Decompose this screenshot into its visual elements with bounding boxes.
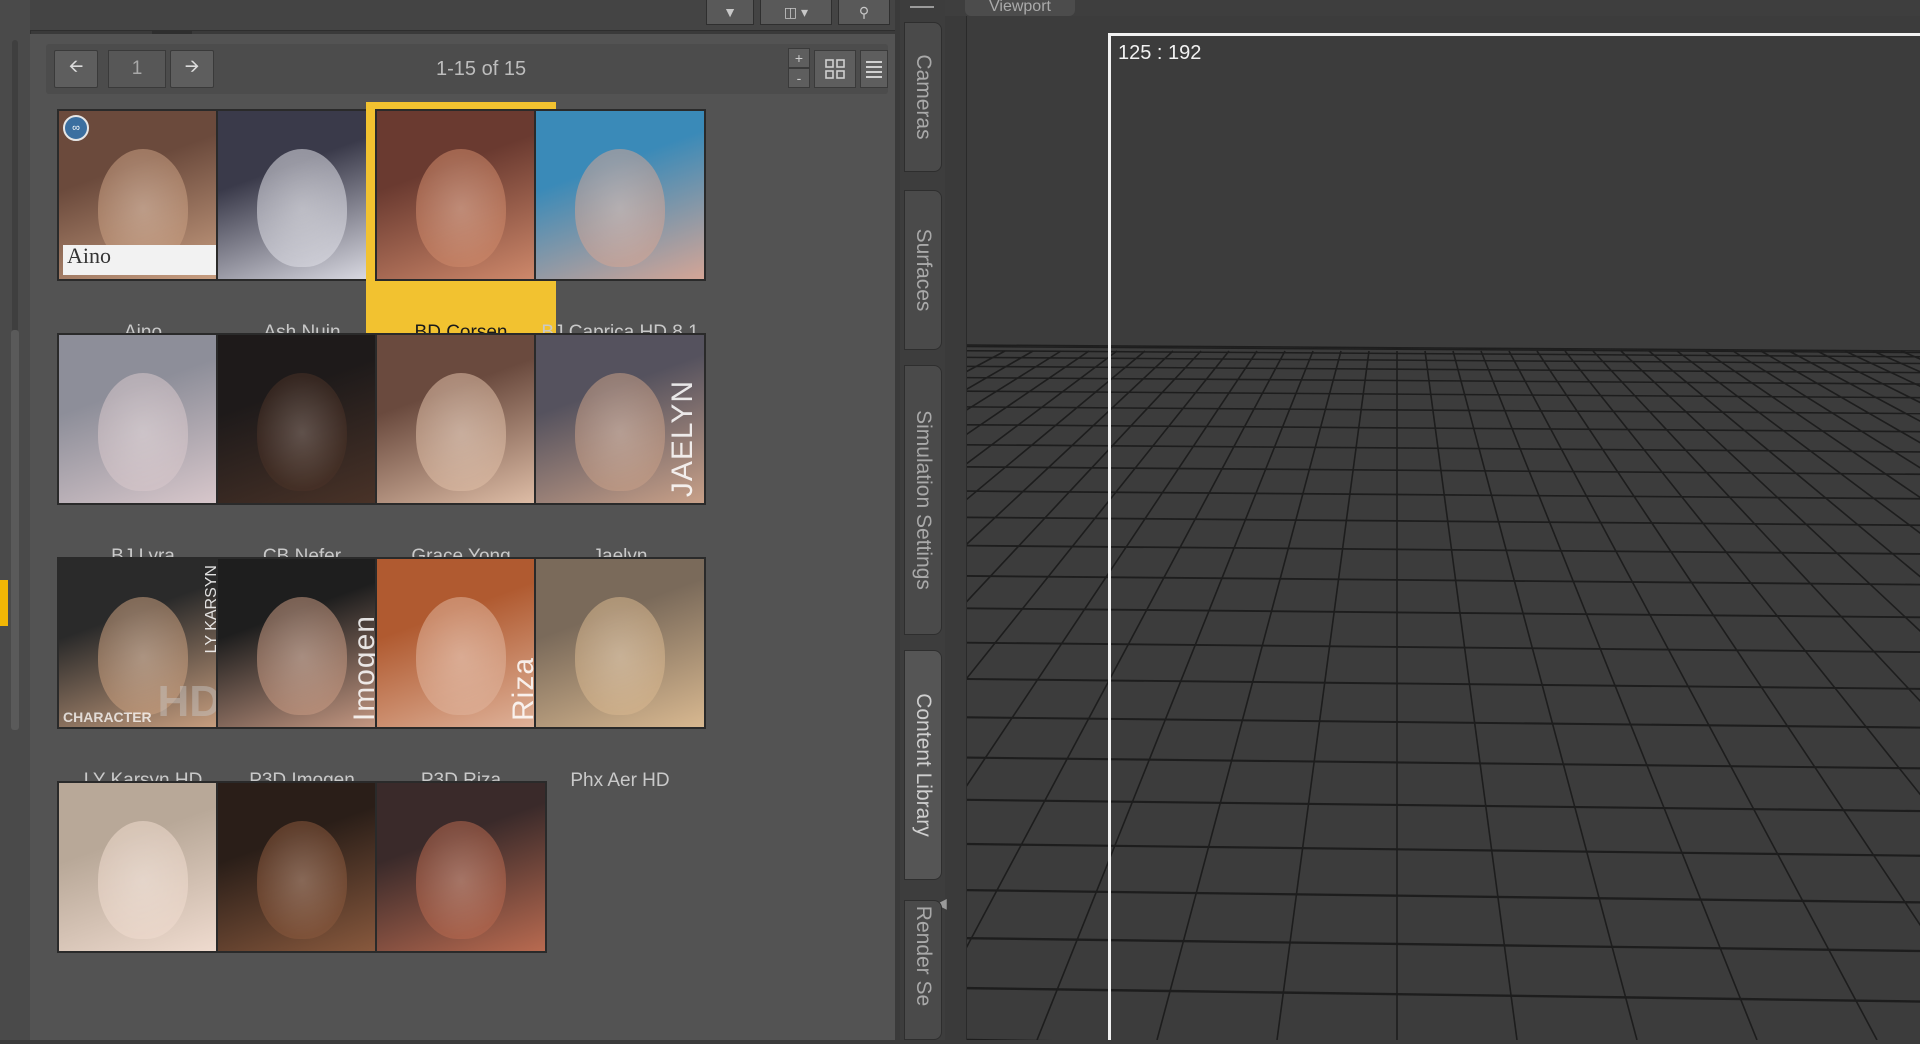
thumbnail-overlay-text: CHARACTER (63, 709, 152, 725)
active-indicator (0, 580, 8, 626)
thumbnail (534, 557, 706, 729)
thumbnail-shade (536, 559, 704, 727)
thumbnail (375, 333, 547, 505)
icon-view-button[interactable] (814, 50, 856, 88)
thumbnail: LY KARSYN HD CHARACTER (57, 557, 229, 729)
tab-surfaces[interactable]: Surfaces (904, 190, 942, 350)
tab-label: Cameras (912, 54, 935, 140)
thumbnail (57, 333, 229, 505)
thumbnail: JAELYN (534, 333, 706, 505)
thumbnail (216, 333, 388, 505)
grid-line (967, 350, 1034, 390)
thumbnail-shade (59, 335, 227, 503)
search-button[interactable]: ⚲ (838, 0, 890, 25)
grid-view-icon (825, 59, 845, 79)
grid-line (967, 350, 1062, 411)
grid-line (967, 350, 1090, 436)
render-frame (1108, 33, 1920, 1040)
thumbnail: Imogen (216, 557, 388, 729)
thumbnail-shade (218, 111, 386, 279)
thumbnail (216, 109, 388, 281)
database-icon: ◫ ▾ (783, 3, 809, 20)
page-range-label: 1-15 of 15 (436, 58, 527, 80)
menu-icon[interactable] (910, 0, 934, 8)
list-view-button[interactable] (860, 50, 888, 88)
tab-simulation-settings[interactable]: Simulation Settings (904, 365, 942, 635)
thumbnail-shade (218, 335, 386, 503)
viewport-tab[interactable]: Viewport (965, 0, 1075, 16)
page-number-field[interactable]: 1 (108, 50, 166, 88)
tab-label: Surfaces (912, 228, 935, 312)
pagination-bar: 🡨 1 🡪 1-15 of 15 + - (46, 44, 888, 94)
left-panel-edge (0, 0, 31, 1040)
tab-render-settings[interactable]: Render Se (904, 900, 942, 1040)
library-toolbar: ▼ ◫ ▾ ⚲ (30, 0, 895, 34)
thumbnail (216, 781, 388, 953)
thumbnail: Riza (375, 557, 547, 729)
arrow-left-icon: 🡨 (68, 56, 84, 76)
zoom-in-button[interactable]: + (788, 48, 810, 68)
zoom-out-button[interactable]: - (788, 68, 810, 88)
filter-dropdown[interactable]: ▼ (706, 0, 754, 25)
thumbnail-shade (536, 111, 704, 279)
thumbnail-overlay-text: JAELYN (666, 379, 699, 497)
library-item[interactable] (366, 774, 556, 1044)
content-library-panel: 🡨 1 🡪 1-15 of 15 + - Aino∞AinoAsh N (30, 34, 895, 1040)
tab-label: Simulation Settings (912, 410, 935, 590)
thumbnail (375, 109, 547, 281)
search-icon: ⚲ (858, 3, 870, 20)
arrow-right-icon: 🡪 (184, 56, 200, 76)
tab-label: Render Se (912, 905, 935, 1007)
thumbnail-shade (377, 335, 545, 503)
thumbnail: Aino ∞ (57, 109, 229, 281)
thumbnail-shade (59, 783, 227, 951)
thumbnail-caption: Aino (67, 243, 111, 268)
product-badge-icon: ∞ (63, 115, 89, 141)
tab-cameras[interactable]: Cameras (904, 22, 942, 172)
thumbnail-shade (218, 783, 386, 951)
tab-content-library[interactable]: Content Library (904, 650, 942, 880)
viewport-3d[interactable]: 125 : 192 (966, 16, 1920, 1040)
funnel-icon: ▼ (723, 4, 737, 20)
list-view-icon (866, 61, 882, 78)
viewport-header: Viewport (945, 0, 1920, 16)
thumbnail (57, 781, 229, 953)
thumbnail (534, 109, 706, 281)
previous-page-button[interactable]: 🡨 (54, 50, 98, 88)
aspect-ratio-label: 125 : 192 (1118, 42, 1202, 64)
scrollbar[interactable] (11, 330, 19, 730)
side-tab-strip: Cameras Surfaces Simulation Settings Con… (900, 0, 947, 1040)
database-dropdown[interactable]: ◫ ▾ (760, 0, 832, 25)
thumbnail (375, 781, 547, 953)
next-page-button[interactable]: 🡪 (170, 50, 214, 88)
thumbnail-shade (377, 111, 545, 279)
tab-label: Content Library (912, 693, 935, 837)
grid-line (967, 350, 1118, 465)
thumbnail-shade (377, 783, 545, 951)
